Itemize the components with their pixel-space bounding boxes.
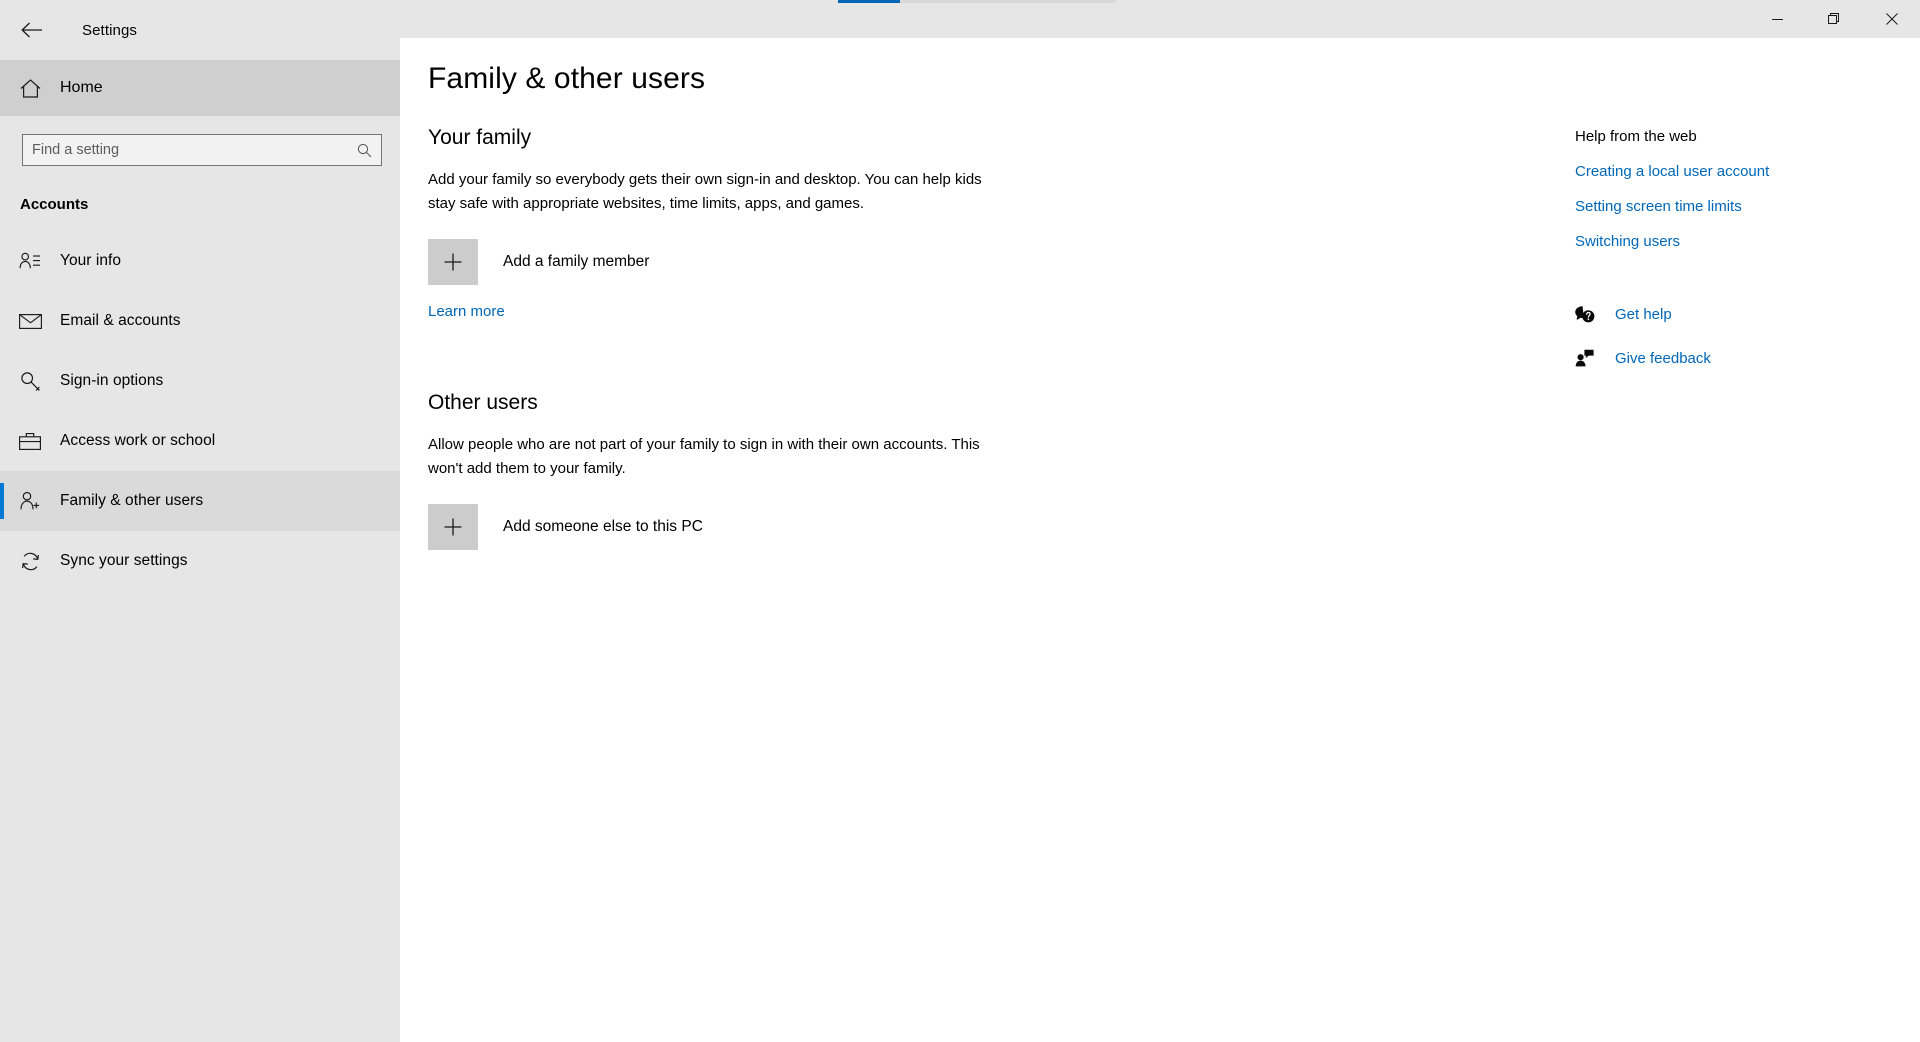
briefcase-icon: [0, 432, 60, 451]
sidebar-category-title: Accounts: [20, 196, 89, 213]
sidebar: Home Accounts: [0, 60, 400, 1042]
sidebar-item-email-accounts[interactable]: Email & accounts: [0, 291, 400, 351]
home-icon: [0, 78, 60, 98]
feedback-person-icon: [1575, 349, 1615, 367]
give-feedback-button[interactable]: Give feedback: [1575, 349, 1905, 367]
sidebar-item-family-other-users[interactable]: Family & other users: [0, 471, 400, 531]
search-icon[interactable]: [352, 138, 377, 163]
sidebar-item-label: Sync your settings: [60, 552, 188, 569]
window-controls: [1749, 0, 1920, 38]
user-info-icon: [0, 252, 60, 270]
active-tab-indicator: [838, 0, 900, 3]
selection-indicator: [0, 303, 4, 339]
search-container: [0, 116, 400, 166]
learn-more-link[interactable]: Learn more: [428, 303, 505, 320]
tab-accent-strip: [838, 0, 1116, 3]
section-body-other-users: Allow people who are not part of your fa…: [428, 436, 980, 477]
add-user-icon: [0, 491, 60, 511]
key-icon: [0, 371, 60, 392]
section-heading-your-family: Your family: [428, 126, 532, 149]
add-family-member-label: Add a family member: [503, 253, 650, 270]
selection-indicator: [0, 483, 4, 519]
maximize-restore-button[interactable]: [1806, 0, 1863, 38]
add-someone-else-label: Add someone else to this PC: [503, 518, 703, 535]
sidebar-item-access-work-or-school[interactable]: Access work or school: [0, 411, 400, 471]
home-label: Home: [60, 79, 103, 96]
plus-icon: [428, 504, 478, 550]
minimize-button[interactable]: [1749, 0, 1806, 38]
navigation-header: Settings: [0, 0, 400, 60]
content-column: Family & other users Your family Add you…: [400, 38, 1450, 550]
sidebar-item-label: Access work or school: [60, 432, 216, 449]
close-button[interactable]: [1863, 0, 1920, 38]
main-content: Family & other users Your family Add you…: [400, 38, 1920, 1042]
help-rail-title: Help from the web: [1575, 128, 1697, 145]
back-button[interactable]: [8, 10, 56, 50]
sidebar-item-label: Your info: [60, 252, 122, 269]
plus-icon: [428, 239, 478, 285]
section-heading-other-users: Other users: [428, 391, 538, 414]
search-box[interactable]: [22, 134, 382, 166]
selection-indicator: [0, 423, 4, 459]
add-family-member-button[interactable]: Add a family member: [428, 239, 988, 285]
sidebar-item-sync-your-settings[interactable]: Sync your settings: [0, 531, 400, 591]
sidebar-item-sign-in-options[interactable]: Sign-in options: [0, 351, 400, 411]
selection-indicator: [0, 243, 4, 279]
help-link-creating-local-user-account[interactable]: Creating a local user account: [1575, 163, 1905, 180]
sidebar-nav-list: Your info Email & accounts Sign-in optio…: [0, 231, 400, 591]
back-arrow-icon: [21, 22, 42, 38]
add-someone-else-button[interactable]: Add someone else to this PC: [428, 504, 988, 550]
page-title: Family & other users: [428, 62, 706, 95]
sidebar-item-home[interactable]: Home: [0, 60, 400, 116]
get-help-label: Get help: [1615, 306, 1672, 323]
sidebar-item-label: Family & other users: [60, 492, 204, 509]
get-help-button[interactable]: Get help: [1575, 306, 1905, 323]
envelope-icon: [0, 313, 60, 330]
help-rail: Help from the web Creating a local user …: [1575, 38, 1905, 367]
selection-indicator: [0, 363, 4, 399]
question-chat-icon: [1575, 306, 1615, 323]
sync-refresh-icon: [0, 551, 60, 572]
sidebar-item-label: Sign-in options: [60, 372, 164, 389]
sidebar-item-label: Email & accounts: [60, 312, 181, 329]
selection-indicator: [0, 543, 4, 579]
sidebar-item-your-info[interactable]: Your info: [0, 231, 400, 291]
app-title: Settings: [82, 21, 137, 39]
section-body-your-family: Add your family so everybody gets their …: [428, 171, 982, 212]
help-actions-group: Get help Give feedback: [1575, 306, 1905, 367]
give-feedback-label: Give feedback: [1615, 349, 1711, 367]
help-link-setting-screen-time-limits[interactable]: Setting screen time limits: [1575, 198, 1905, 215]
search-input[interactable]: [23, 135, 381, 165]
help-link-switching-users[interactable]: Switching users: [1575, 233, 1905, 250]
settings-window: Settings Home Find a setting Accounts Yo…: [0, 0, 1920, 1042]
